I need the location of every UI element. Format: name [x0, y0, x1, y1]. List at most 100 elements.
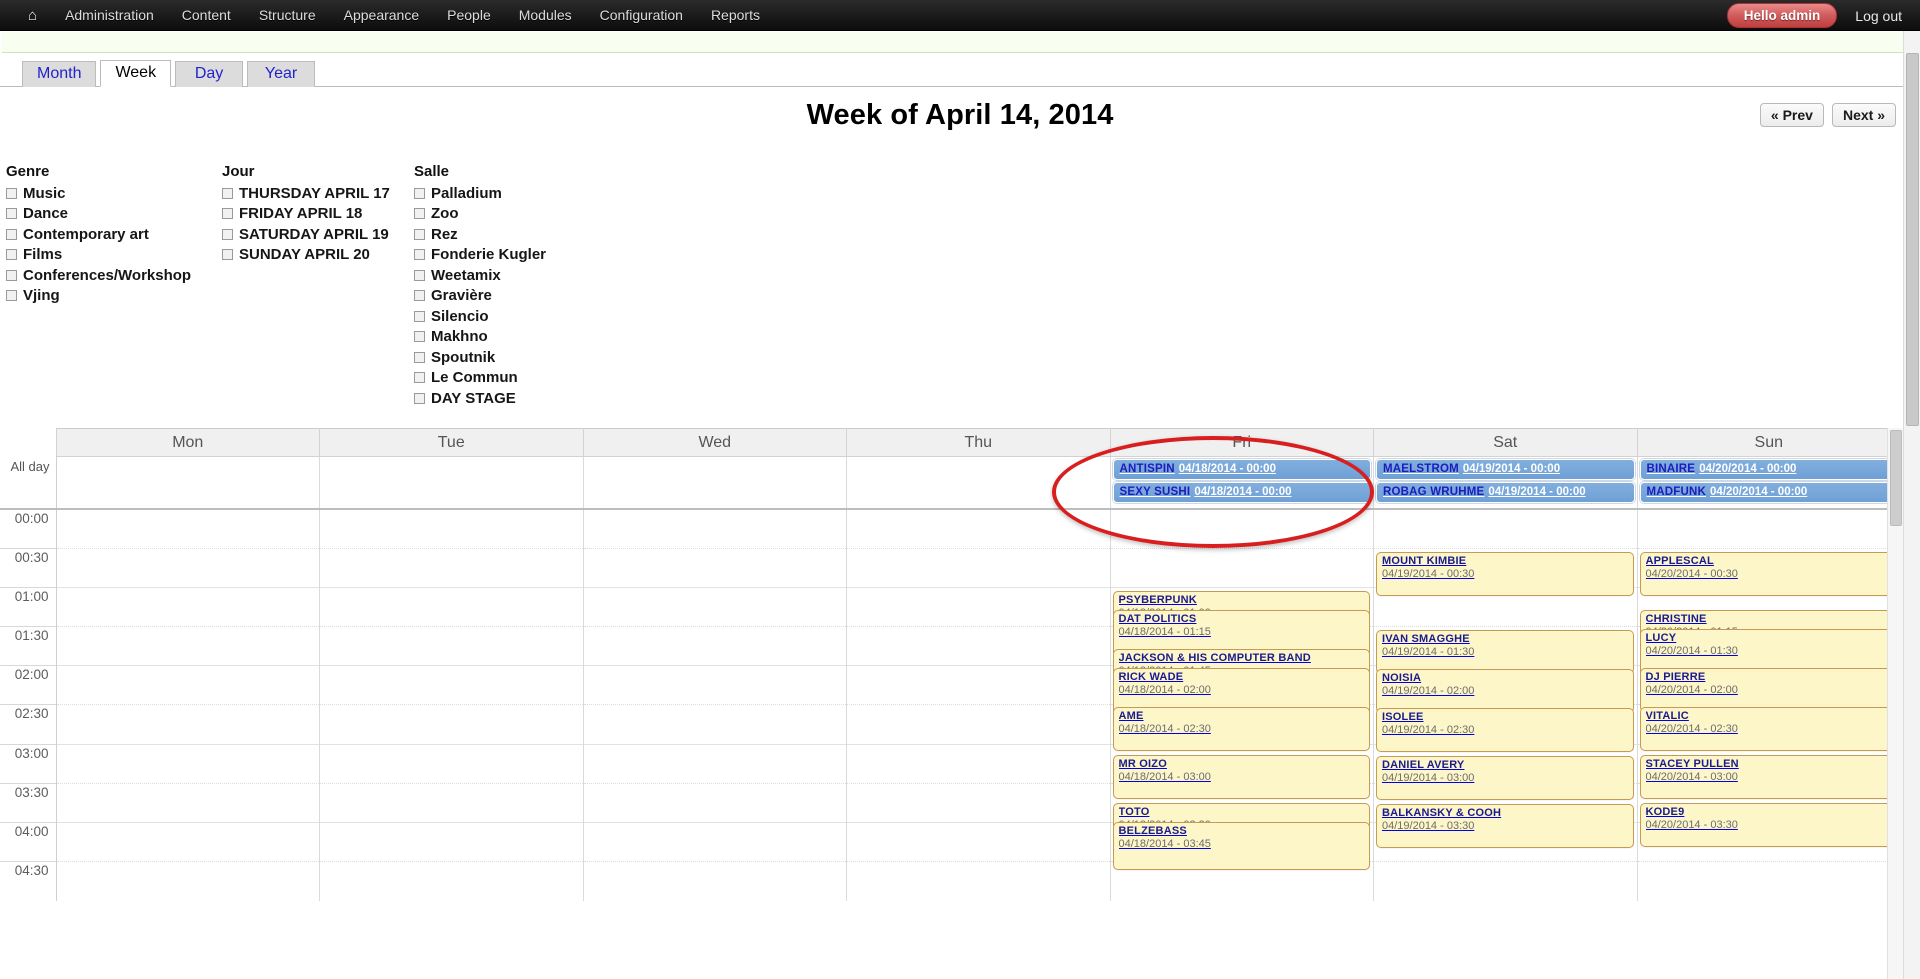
slot-cell-wed-0430[interactable] [582, 861, 847, 901]
slot-cell-thu-0330[interactable] [846, 782, 1111, 823]
checkbox-genre-vjing[interactable] [6, 290, 17, 302]
calendar-event[interactable]: MR OIZO 04/18/2014 - 03:00 [1112, 755, 1370, 799]
slot-cell-mon-0000[interactable] [55, 508, 320, 549]
checkbox-jour-friday-april-18[interactable] [222, 208, 233, 220]
calendar-event[interactable]: IVAN SMAGGHE 04/19/2014 - 01:30 [1376, 630, 1634, 674]
slot-cell-mon-0300[interactable] [55, 743, 320, 784]
checkbox-genre-dance[interactable] [6, 208, 17, 220]
calendar-event[interactable]: NOISIA 04/19/2014 - 02:00 [1376, 669, 1634, 713]
week-calendar[interactable]: Mon Tue Wed Thu Fri Sat Sun All day ANTISPIN 04/… [0, 428, 1920, 979]
calendar-scrollbar[interactable] [1887, 428, 1903, 979]
checkbox-salle-fonderie-kugler[interactable] [414, 249, 425, 261]
slot-cell-thu-0400[interactable] [846, 821, 1111, 862]
toolbar-item-appearance[interactable]: Appearance [330, 0, 434, 31]
slot-cell-wed-0400[interactable] [582, 821, 847, 862]
slot-cell-mon-0430[interactable] [55, 861, 320, 901]
slot-cell-thu-0430[interactable] [846, 861, 1111, 901]
slot-cell-sun-0000[interactable]: APPLESCAL04/20/2014 - 00:30 CHRISTINE 04/2… [1636, 508, 1901, 847]
all-day-event[interactable]: ROBAG WRUHME 04/19/2014 - 00:00 [1376, 482, 1635, 503]
checkbox-genre-contemporary-art[interactable] [6, 228, 17, 240]
checkbox-genre-films[interactable] [6, 249, 17, 261]
calendar-event[interactable]: MOUNT KIMBIE 04/19/2014 - 00:30 [1376, 552, 1634, 596]
slot-cell-thu-0100[interactable] [846, 586, 1111, 627]
slot-cell-tue-0230[interactable] [319, 704, 584, 745]
toolbar-item-configuration[interactable]: Configuration [586, 0, 697, 31]
filter-option-salle-rez[interactable]: Rez [414, 224, 664, 245]
slot-cell-thu-0300[interactable] [846, 743, 1111, 784]
day-header-wed[interactable]: Wed [582, 428, 847, 457]
slot-cell-thu-0030[interactable] [846, 547, 1111, 588]
day-header-sun[interactable]: Sun [1636, 428, 1901, 457]
filter-option-jour-thursday-april-17[interactable]: THURSDAY APRIL 17 [222, 183, 404, 204]
filter-option-salle-le-commun[interactable]: Le Commun [414, 368, 664, 389]
slot-cell-wed-0130[interactable] [582, 626, 847, 666]
slot-cell-tue-0430[interactable] [319, 861, 584, 901]
checkbox-salle-silencio[interactable] [414, 310, 425, 322]
toolbar-item-reports[interactable]: Reports [697, 0, 774, 31]
checkbox-salle-weetamix[interactable] [414, 269, 425, 281]
slot-cell-tue-0200[interactable] [319, 665, 584, 705]
calendar-event[interactable]: BALKANSKY & COOH 04/19/2014 - 03:30 [1376, 804, 1634, 848]
slot-cell-mon-0200[interactable] [55, 665, 320, 705]
filter-option-salle-makhno[interactable]: Makhno [414, 327, 664, 348]
checkbox-jour-sunday-april-20[interactable] [222, 249, 233, 261]
all-day-cell-thu[interactable] [846, 456, 1111, 510]
calendar-scrollbar-thumb[interactable] [1890, 430, 1902, 526]
filter-option-genre-contemporary-art[interactable]: Contemporary art [6, 224, 212, 245]
filter-option-jour-sunday-april-20[interactable]: SUNDAY APRIL 20 [222, 245, 404, 266]
all-day-cell-mon[interactable] [55, 456, 320, 510]
slot-cell-wed-0000[interactable] [582, 508, 847, 549]
slot-cell-mon-0400[interactable] [55, 821, 320, 862]
checkbox-genre-music[interactable] [6, 187, 17, 199]
home-link[interactable]: ⌂ [14, 0, 51, 31]
slot-cell-tue-0100[interactable] [319, 586, 584, 627]
checkbox-salle-zoo[interactable] [414, 208, 425, 220]
prev-week-button[interactable]: « Prev [1759, 103, 1824, 127]
page-scrollbar-thumb[interactable] [1906, 53, 1919, 426]
tab-month[interactable]: Month [22, 61, 97, 87]
filter-option-salle-gravi-re[interactable]: Gravière [414, 286, 664, 307]
slot-cell-sat-0430[interactable] [1373, 861, 1638, 901]
slot-cell-tue-0330[interactable] [319, 782, 584, 823]
slot-cell-wed-0330[interactable] [582, 782, 847, 823]
calendar-event[interactable]: AME 04/18/2014 - 02:30 [1112, 707, 1370, 751]
slot-cell-wed-0100[interactable] [582, 586, 847, 627]
filter-option-salle-silencio[interactable]: Silencio [414, 306, 664, 327]
checkbox-salle-day-stage[interactable] [414, 392, 425, 404]
slot-cell-tue-0400[interactable] [319, 821, 584, 862]
all-day-cell-sun[interactable]: BINAIRE 04/20/2014 - 00:00 MADFUNK 04/20/20… [1636, 456, 1901, 510]
filter-option-salle-palladium[interactable]: Palladium [414, 183, 664, 204]
slot-cell-wed-0200[interactable] [582, 665, 847, 705]
tab-day[interactable]: Day [175, 61, 244, 87]
checkbox-salle-palladium[interactable] [414, 187, 425, 199]
day-header-fri[interactable]: Fri [1109, 428, 1374, 457]
filter-option-salle-fonderie-kugler[interactable]: Fonderie Kugler [414, 245, 664, 266]
filter-option-salle-zoo[interactable]: Zoo [414, 204, 664, 225]
calendar-event[interactable]: BELZEBASS 04/18/2014 - 03:45 [1112, 822, 1370, 870]
next-week-button[interactable]: Next » [1831, 103, 1896, 127]
toolbar-item-administration[interactable]: Administration [51, 0, 168, 31]
all-day-cell-sat[interactable]: MAELSTROM 04/19/2014 - 00:00 ROBAG WRUHME 0… [1373, 456, 1638, 510]
checkbox-salle-le-commun[interactable] [414, 372, 425, 384]
all-day-event[interactable]: SEXY SUSHI 04/18/2014 - 00:00 [1112, 482, 1371, 503]
checkbox-salle-spoutnik[interactable] [414, 351, 425, 363]
calendar-event[interactable]: KODE9 04/20/2014 - 03:30 [1639, 803, 1897, 847]
toolbar-item-content[interactable]: Content [168, 0, 245, 31]
day-header-sat[interactable]: Sat [1373, 428, 1638, 457]
slot-cell-tue-0300[interactable] [319, 743, 584, 784]
filter-option-genre-dance[interactable]: Dance [6, 204, 212, 225]
tab-year[interactable]: Year [247, 61, 316, 87]
slot-cell-mon-0330[interactable] [55, 782, 320, 823]
slot-cell-mon-0230[interactable] [55, 704, 320, 745]
hello-admin-badge[interactable]: Hello admin [1726, 3, 1838, 28]
slot-cell-wed-0230[interactable] [582, 704, 847, 745]
calendar-event[interactable]: DJ PIERRE 04/20/2014 - 02:00 [1639, 668, 1897, 712]
calendar-event[interactable]: DANIEL AVERY 04/19/2014 - 03:00 [1376, 756, 1634, 800]
checkbox-salle-makhno[interactable] [414, 331, 425, 343]
all-day-cell-fri[interactable]: ANTISPIN 04/18/2014 - 00:00 SEXY SUSHI 04/1… [1109, 456, 1374, 510]
slot-cell-wed-0030[interactable] [582, 547, 847, 588]
checkbox-salle-rez[interactable] [414, 228, 425, 240]
filter-option-genre-conferences-workshop[interactable]: Conferences/Workshop [6, 265, 212, 286]
slot-cell-thu-0000[interactable] [846, 508, 1111, 549]
checkbox-genre-conferences-workshop[interactable] [6, 269, 17, 281]
